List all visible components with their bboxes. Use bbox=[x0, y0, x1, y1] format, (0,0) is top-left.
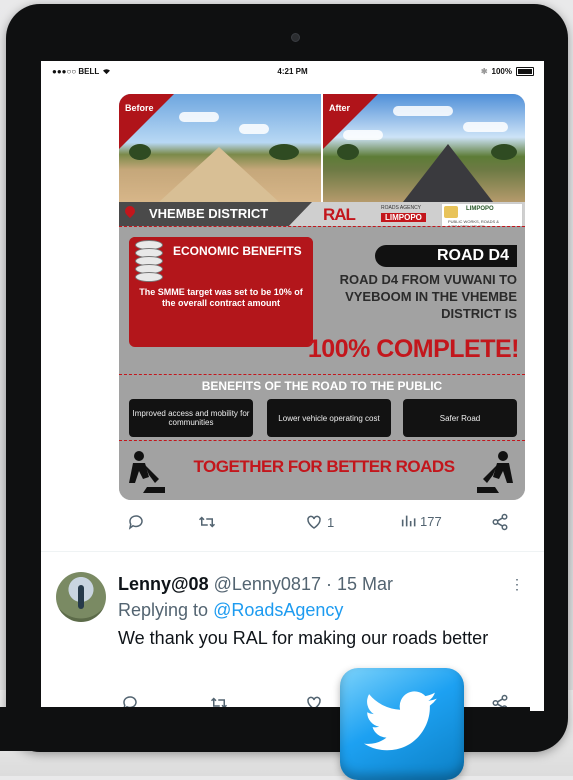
district-name: VHEMBE DISTRICT bbox=[149, 206, 269, 221]
tablet-screen: ●●●○○ BELL 4:21 PM ✱ 100% Before After V… bbox=[41, 61, 544, 711]
economic-benefits-body: The SMME target was set to be 10% of the… bbox=[139, 287, 303, 308]
tablet-device: ●●●○○ BELL 4:21 PM ✱ 100% Before After V… bbox=[6, 4, 568, 752]
project-section: ECONOMIC BENEFITS The SMME target was se… bbox=[119, 226, 525, 375]
benefits-title: BENEFITS OF THE ROAD TO THE PUBLIC bbox=[201, 379, 443, 393]
economic-benefits-card: ECONOMIC BENEFITS The SMME target was se… bbox=[129, 237, 313, 347]
ral-logo-region: LIMPOPO bbox=[381, 213, 426, 222]
coins-icon bbox=[135, 240, 163, 284]
like-count: 1 bbox=[327, 514, 335, 530]
avatar[interactable] bbox=[56, 572, 106, 622]
benefit-item: Lower vehicle operating cost bbox=[267, 399, 391, 437]
reply-tweet[interactable]: Lenny@08 @Lenny0817 · 15 Mar ⋮ Replying … bbox=[41, 552, 544, 711]
share-button[interactable] bbox=[491, 513, 509, 531]
after-label: After bbox=[329, 103, 351, 113]
district-banner: VHEMBE DISTRICT bbox=[119, 202, 312, 226]
analytics-icon bbox=[401, 515, 416, 527]
benefit-item: Safer Road bbox=[403, 399, 517, 437]
heart-icon bbox=[307, 515, 321, 529]
bluetooth-icon: ✱ bbox=[480, 67, 488, 76]
ral-logo-agency: ROADS AGENCY bbox=[381, 205, 422, 211]
reply-icon bbox=[128, 515, 143, 530]
ral-logo: RAL bbox=[323, 205, 356, 224]
views-button[interactable]: 177 bbox=[400, 513, 442, 529]
replying-to-line: Replying to @RoadsAgency bbox=[118, 600, 344, 620]
district-strip: VHEMBE DISTRICT RAL ROADS AGENCY LIMPOPO… bbox=[119, 202, 525, 229]
clock: 4:21 PM bbox=[277, 67, 308, 76]
twitter-logo-icon bbox=[340, 668, 464, 780]
before-label: Before bbox=[125, 103, 154, 113]
battery-percent: 100% bbox=[491, 67, 512, 76]
battery-icon bbox=[516, 67, 534, 76]
retweet-button[interactable] bbox=[197, 513, 217, 531]
benefit-item: Improved access and mobility for communi… bbox=[129, 399, 253, 437]
like-button[interactable]: 1 bbox=[305, 513, 334, 531]
road-worker-icon bbox=[129, 451, 165, 493]
status-bar: ●●●○○ BELL 4:21 PM ✱ 100% bbox=[41, 61, 544, 81]
location-pin-icon bbox=[122, 203, 138, 219]
completion-status: 100% COMPLETE! bbox=[307, 335, 520, 363]
road-worker-icon bbox=[477, 451, 513, 493]
tweet-text: We thank you RAL for making our roads be… bbox=[118, 628, 489, 648]
road-tag: ROAD D4 bbox=[375, 245, 517, 267]
tweet-date[interactable]: · 15 Mar bbox=[326, 574, 393, 594]
reply-header: Lenny@08 @Lenny0817 · 15 Mar bbox=[118, 574, 393, 595]
replying-to-mention[interactable]: @RoadsAgency bbox=[213, 600, 343, 620]
reply-button[interactable] bbox=[127, 513, 145, 531]
slogan-section: TOGETHER FOR BETTER ROADS bbox=[119, 440, 525, 500]
views-count: 177 bbox=[420, 513, 442, 529]
slogan-text: TOGETHER FOR BETTER ROADS bbox=[193, 457, 455, 476]
tweet-media-infographic[interactable]: Before After VHEMBE DISTRICT RAL ROADS A… bbox=[119, 94, 525, 500]
author-handle[interactable]: @Lenny0817 bbox=[214, 574, 321, 594]
road-description: ROAD D4 FROM VUWANI TO VYEBOOM IN THE VH… bbox=[339, 272, 517, 321]
tweet-action-bar: 1 177 bbox=[119, 513, 519, 537]
department-logo: LIMPOPO PUBLIC WORKS, ROADS & INFRASTRUC… bbox=[441, 203, 523, 229]
benefits-section: BENEFITS OF THE ROAD TO THE PUBLIC Impro… bbox=[119, 374, 525, 441]
retweet-icon bbox=[198, 516, 216, 528]
more-options-icon[interactable]: ⋮ bbox=[510, 576, 524, 593]
author-name[interactable]: Lenny@08 bbox=[118, 574, 209, 594]
camera-icon bbox=[291, 33, 300, 42]
share-icon bbox=[492, 513, 508, 531]
after-photo: After bbox=[323, 94, 525, 202]
economic-benefits-title: ECONOMIC BENEFITS bbox=[173, 244, 302, 258]
before-photo: Before bbox=[119, 94, 321, 202]
coat-of-arms-icon bbox=[444, 206, 458, 218]
